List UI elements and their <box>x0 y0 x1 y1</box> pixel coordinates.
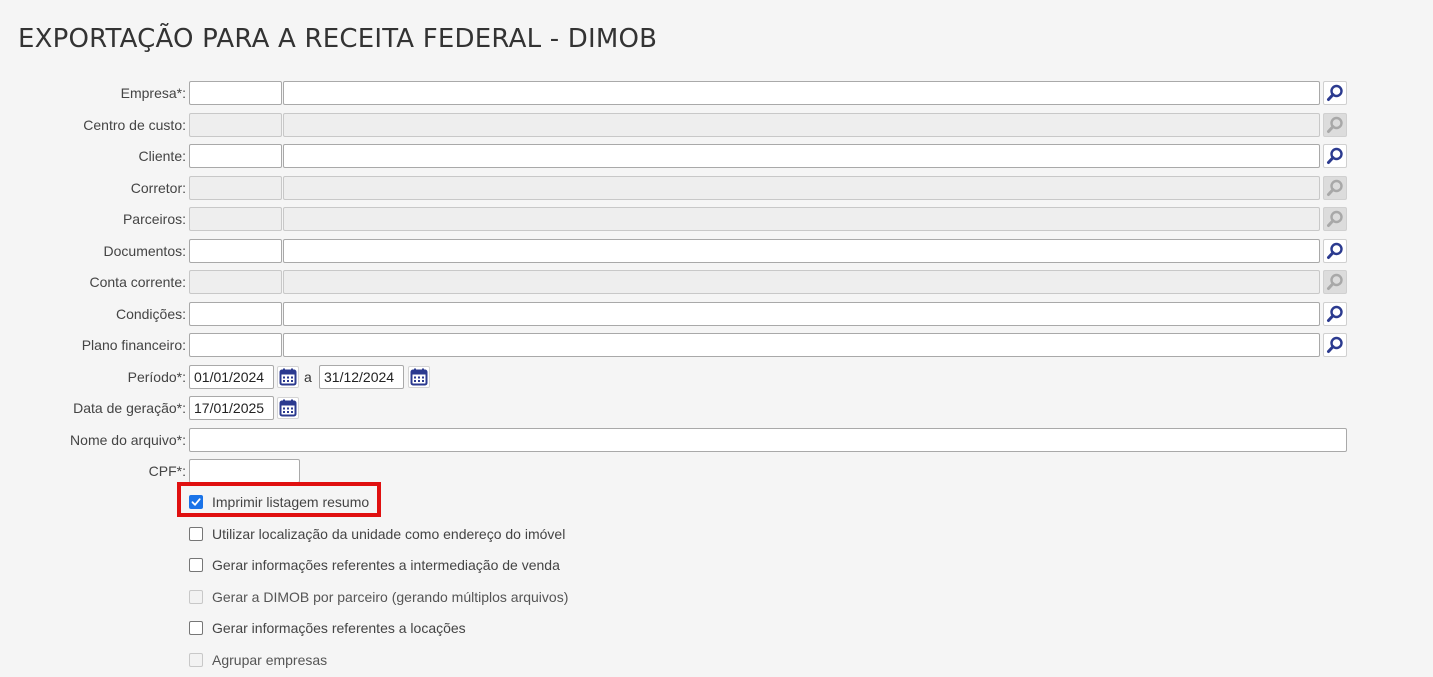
documentos-search-icon[interactable] <box>1323 239 1347 263</box>
option-agrupar-empresas: Agrupar empresas <box>189 650 327 670</box>
parceiros-description-input <box>283 207 1320 231</box>
centro-custo-description-input <box>283 113 1320 137</box>
condicoes-search-icon[interactable] <box>1323 302 1347 326</box>
agrupar-empresas-checkbox <box>189 653 203 667</box>
condicoes-code-input[interactable] <box>189 302 282 326</box>
periodo-start-input[interactable] <box>189 365 274 389</box>
corretor-description-input <box>283 176 1320 200</box>
parceiros-row: Parceiros: <box>0 207 1433 231</box>
dimob-parceiro-checkbox <box>189 590 203 604</box>
plano-financeiro-search-icon[interactable] <box>1323 333 1347 357</box>
conta-corrente-description-input <box>283 270 1320 294</box>
conta-corrente-row: Conta corrente: <box>0 270 1433 294</box>
periodo-end-input[interactable] <box>319 365 404 389</box>
empresa-label: Empresa*: <box>120 85 186 101</box>
calendar-icon[interactable] <box>277 366 299 388</box>
option-dimob-parceiro: Gerar a DIMOB por parceiro (gerando múlt… <box>189 587 568 607</box>
utilizar-localizacao-checkbox[interactable] <box>189 527 203 541</box>
option-locacoes[interactable]: Gerar informações referentes a locações <box>189 618 466 638</box>
corretor-row: Corretor: <box>0 176 1433 200</box>
empresa-code-input[interactable] <box>189 81 282 105</box>
empresa-search-icon[interactable] <box>1323 81 1347 105</box>
parceiros-label: Parceiros: <box>122 211 186 227</box>
intermediacao-venda-label: Gerar informações referentes a intermedi… <box>212 557 560 573</box>
data-geracao-row: Data de geração*: <box>0 396 1433 420</box>
highlight-box <box>177 482 381 517</box>
centro-custo-label: Centro de custo: <box>83 117 186 133</box>
locacoes-label: Gerar informações referentes a locações <box>212 620 466 636</box>
nome-arquivo-row: Nome do arquivo*: <box>0 428 1433 452</box>
documentos-label: Documentos: <box>103 243 186 259</box>
centro-custo-row: Centro de custo: <box>0 113 1433 137</box>
centro-custo-code-input <box>189 113 282 137</box>
periodo-label: Período*: <box>127 369 186 385</box>
parceiros-search-icon <box>1323 207 1347 231</box>
cliente-description-input[interactable] <box>283 144 1320 168</box>
conta-corrente-search-icon <box>1323 270 1347 294</box>
locacoes-checkbox[interactable] <box>189 621 203 635</box>
periodo-separator: a <box>304 369 312 385</box>
calendar-icon[interactable] <box>277 397 299 419</box>
option-intermediacao-venda[interactable]: Gerar informações referentes a intermedi… <box>189 555 560 575</box>
plano-financeiro-description-input[interactable] <box>283 333 1320 357</box>
cliente-row: Cliente: <box>0 144 1433 168</box>
cliente-code-input[interactable] <box>189 144 282 168</box>
centro-custo-search-icon <box>1323 113 1347 137</box>
page-title: EXPORTAÇÃO PARA A RECEITA FEDERAL - DIMO… <box>18 24 658 54</box>
empresa-row: Empresa*: <box>0 81 1433 105</box>
option-utilizar-localizacao[interactable]: Utilizar localização da unidade como end… <box>189 524 565 544</box>
data-geracao-input[interactable] <box>189 396 274 420</box>
utilizar-localizacao-label: Utilizar localização da unidade como end… <box>212 526 566 542</box>
condicoes-row: Condições: <box>0 302 1433 326</box>
cpf-input[interactable] <box>189 459 300 483</box>
parceiros-code-input <box>189 207 282 231</box>
documentos-code-input[interactable] <box>189 239 282 263</box>
calendar-icon[interactable] <box>408 366 430 388</box>
cliente-search-icon[interactable] <box>1323 144 1347 168</box>
nome-arquivo-label: Nome do arquivo*: <box>70 432 186 448</box>
agrupar-empresas-label: Agrupar empresas <box>212 652 328 668</box>
cpf-label: CPF*: <box>148 463 186 479</box>
periodo-row: Período*: a <box>0 365 1433 389</box>
conta-corrente-code-input <box>189 270 282 294</box>
documentos-row: Documentos: <box>0 239 1433 263</box>
cpf-row: CPF*: <box>0 459 1433 483</box>
data-geracao-label: Data de geração*: <box>73 400 186 416</box>
cliente-label: Cliente: <box>138 148 186 164</box>
plano-financeiro-label: Plano financeiro: <box>81 337 186 353</box>
documentos-description-input[interactable] <box>283 239 1320 263</box>
plano-financeiro-code-input[interactable] <box>189 333 282 357</box>
condicoes-description-input[interactable] <box>283 302 1320 326</box>
corretor-label: Corretor: <box>130 180 186 196</box>
plano-financeiro-row: Plano financeiro: <box>0 333 1433 357</box>
corretor-search-icon <box>1323 176 1347 200</box>
empresa-description-input[interactable] <box>283 81 1320 105</box>
nome-arquivo-input[interactable] <box>189 428 1347 452</box>
dimob-parceiro-label: Gerar a DIMOB por parceiro (gerando múlt… <box>212 589 569 605</box>
intermediacao-venda-checkbox[interactable] <box>189 558 203 572</box>
conta-corrente-label: Conta corrente: <box>89 274 187 290</box>
corretor-code-input <box>189 176 282 200</box>
condicoes-label: Condições: <box>115 306 186 322</box>
